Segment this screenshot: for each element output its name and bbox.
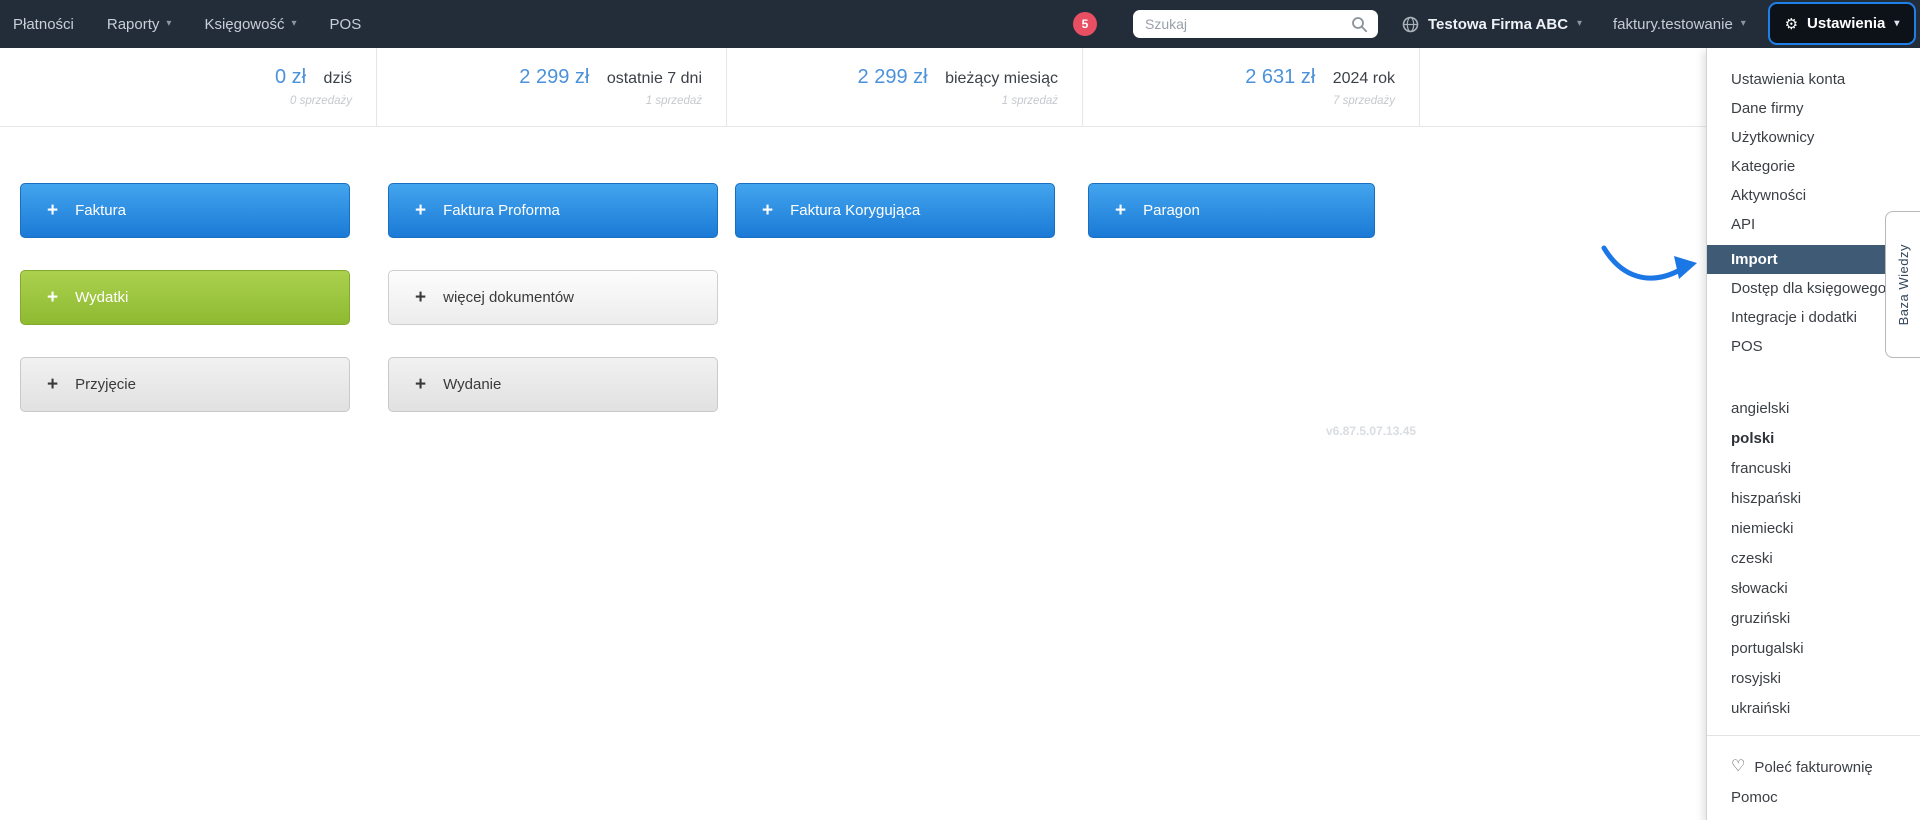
knowledge-base-tab-label: Baza Wiedzy — [1895, 243, 1911, 326]
settings-dropdown-menu: Ustawienia konta Dane firmy Użytkownicy … — [1706, 48, 1920, 820]
new-faktura-proforma-button[interactable]: + Faktura Proforma — [388, 183, 718, 238]
plus-icon: + — [415, 287, 427, 308]
stat-current-month: 2 299 zł bieżący miesiąc 1 sprzedaż — [727, 48, 1083, 126]
stat-label: bieżący miesiąc — [945, 70, 1058, 87]
stat-subtext: 0 sprzedaży — [289, 95, 352, 107]
menu-footer: ♡ Poleć fakturownię Pomoc — [1707, 752, 1920, 812]
nav-item-label: Raporty — [106, 15, 160, 33]
language-rosyjski[interactable]: rosyjski — [1707, 664, 1920, 694]
settings-button-label: Ustawienia — [1807, 15, 1886, 32]
chevron-down-icon: ▾ — [166, 18, 172, 29]
account-switcher[interactable]: faktury.testowanie ▾ — [1613, 0, 1746, 48]
nav-item-label: POS — [329, 15, 362, 33]
gear-icon: ⚙ — [1784, 15, 1799, 33]
plus-icon: + — [1115, 200, 1127, 221]
stat-value: 2 631 zł — [1245, 66, 1316, 88]
plus-icon: + — [47, 200, 59, 221]
menu-item-uzytkownicy[interactable]: Użytkownicy — [1707, 123, 1920, 152]
new-faktura-korygujaca-button[interactable]: + Faktura Korygująca — [735, 183, 1055, 238]
heart-icon: ♡ — [1731, 758, 1746, 775]
button-label: Wydatki — [75, 289, 129, 306]
language-portugalski[interactable]: portugalski — [1707, 634, 1920, 664]
stat-today: 0 zł dziś 0 sprzedaży — [0, 48, 377, 126]
main-nav: Płatności Raporty ▾ Księgowość ▾ POS — [13, 0, 361, 48]
menu-item-aktywnosci[interactable]: Aktywności — [1707, 181, 1920, 210]
menu-item-kategorie[interactable]: Kategorie — [1707, 152, 1920, 181]
stat-subtext: 1 sprzedaż — [1001, 95, 1058, 107]
menu-item-polec-fakturownie[interactable]: ♡ Poleć fakturownię — [1707, 752, 1920, 782]
stat-label: 2024 rok — [1332, 70, 1395, 87]
nav-item-ksiegowosc[interactable]: Księgowość ▾ — [204, 16, 296, 33]
top-navbar: Płatności Raporty ▾ Księgowość ▾ POS 5 T… — [0, 0, 1920, 48]
stat-value: 2 299 zł — [857, 66, 928, 88]
plus-icon: + — [415, 374, 427, 395]
account-name: faktury.testowanie — [1613, 15, 1733, 33]
menu-divider — [1707, 735, 1920, 736]
plus-icon: + — [762, 200, 774, 221]
chevron-down-icon: ▾ — [291, 18, 297, 29]
button-label: Faktura Korygująca — [790, 202, 921, 219]
language-niemiecki[interactable]: niemiecki — [1707, 514, 1920, 544]
new-wydanie-button[interactable]: + Wydanie — [388, 357, 718, 412]
globe-icon — [1402, 16, 1419, 32]
button-label: Wydanie — [443, 376, 502, 393]
company-switcher[interactable]: Testowa Firma ABC ▾ — [1402, 0, 1582, 48]
plus-icon: + — [47, 287, 59, 308]
chevron-down-icon: ▾ — [1577, 18, 1583, 29]
pointer-arrow — [1601, 245, 1697, 281]
nav-item-label: Płatności — [13, 15, 74, 33]
settings-menu-button[interactable]: ⚙ Ustawienia ▾ — [1768, 2, 1916, 45]
nav-item-label: Księgowość — [204, 15, 285, 33]
search-box — [1133, 10, 1378, 38]
stat-label: ostatnie 7 dni — [606, 70, 702, 87]
search-icon[interactable] — [1351, 16, 1368, 33]
stat-value: 0 zł — [274, 66, 307, 88]
notification-badge[interactable]: 5 — [1073, 12, 1097, 36]
company-name: Testowa Firma ABC — [1428, 15, 1569, 33]
menu-item-pomoc[interactable]: Pomoc — [1707, 782, 1920, 812]
language-angielski[interactable]: angielski — [1707, 394, 1920, 424]
new-przyjecie-button[interactable]: + Przyjęcie — [20, 357, 350, 412]
stat-year-2024: 2 631 zł 2024 rok 7 sprzedaży — [1083, 48, 1420, 126]
nav-item-pos[interactable]: POS — [330, 16, 362, 33]
new-paragon-button[interactable]: + Paragon — [1088, 183, 1375, 238]
stat-subtext: 1 sprzedaż — [645, 95, 702, 107]
button-label: Paragon — [1143, 202, 1200, 219]
language-slowacki[interactable]: słowacki — [1707, 574, 1920, 604]
new-faktura-button[interactable]: + Faktura — [20, 183, 350, 238]
nav-item-platnosci[interactable]: Płatności — [13, 16, 74, 33]
stat-last-7-days: 2 299 zł ostatnie 7 dni 1 sprzedaż — [377, 48, 727, 126]
nav-item-raporty[interactable]: Raporty ▾ — [107, 16, 172, 33]
stat-label: dziś — [323, 70, 352, 87]
plus-icon: + — [47, 374, 59, 395]
language-hiszpanski[interactable]: hiszpański — [1707, 484, 1920, 514]
button-label: więcej dokumentów — [443, 289, 575, 306]
language-list: angielski polski francuski hiszpański ni… — [1707, 394, 1920, 724]
knowledge-base-tab[interactable]: Baza Wiedzy — [1885, 211, 1920, 358]
search-input[interactable] — [1145, 16, 1351, 32]
button-label: Faktura Proforma — [443, 202, 560, 219]
chevron-down-icon: ▾ — [1894, 17, 1900, 29]
more-documents-button[interactable]: + więcej dokumentów — [388, 270, 718, 325]
stat-subtext: 7 sprzedaży — [1332, 95, 1395, 107]
app-version: v6.87.5.07.13.45 — [1326, 424, 1417, 438]
language-francuski[interactable]: francuski — [1707, 454, 1920, 484]
plus-icon: + — [415, 200, 427, 221]
menu-item-dane-firmy[interactable]: Dane firmy — [1707, 94, 1920, 123]
sales-stats-bar: 0 zł dziś 0 sprzedaży 2 299 zł ostatnie … — [0, 48, 1920, 127]
language-czeski[interactable]: czeski — [1707, 544, 1920, 574]
menu-item-label: Poleć fakturownię — [1754, 758, 1873, 776]
menu-item-label: Pomoc — [1731, 788, 1778, 806]
language-ukrainski[interactable]: ukraiński — [1707, 694, 1920, 724]
language-gruzinski[interactable]: gruziński — [1707, 604, 1920, 634]
language-polski[interactable]: polski — [1707, 424, 1920, 454]
menu-item-ustawienia-konta[interactable]: Ustawienia konta — [1707, 65, 1920, 94]
chevron-down-icon: ▾ — [1740, 18, 1746, 29]
new-wydatki-button[interactable]: + Wydatki — [20, 270, 350, 325]
button-label: Przyjęcie — [75, 376, 136, 393]
stat-value: 2 299 zł — [519, 66, 590, 88]
button-label: Faktura — [75, 202, 126, 219]
